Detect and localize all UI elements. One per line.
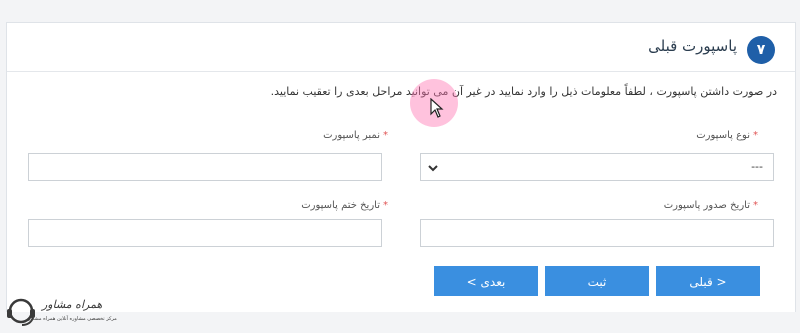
next-button[interactable]: بعدی > <box>434 266 538 296</box>
watermark-logo: همراه مشاور مرکز تخصصی مشاوره آنلاین همر… <box>2 294 122 332</box>
expiry-date-input[interactable] <box>28 219 382 247</box>
info-text: در صورت داشتن پاسپورت ، لطفاً معلومات ذی… <box>270 85 777 98</box>
headset-icon <box>7 298 35 326</box>
chevron-down-icon <box>428 165 438 172</box>
section-header: ۷ پاسپورت قبلی <box>7 23 795 72</box>
watermark-tagline: مرکز تخصصی مشاوره آنلاین همراه مشاور <box>28 316 117 322</box>
section-title: پاسپورت قبلی <box>648 37 737 55</box>
issue-date-label: *تاریخ صدور پاسپورت <box>663 200 758 211</box>
passport-type-label: *نوع پاسپورت <box>696 130 758 141</box>
expiry-date-label: *تاریخ ختم پاسپورت <box>301 200 388 211</box>
passport-number-label: *نمبر پاسپورت <box>323 130 388 141</box>
passport-number-input[interactable] <box>28 153 382 181</box>
watermark-name: همراه مشاور <box>42 298 103 311</box>
passport-type-value: --- <box>751 160 763 173</box>
previous-button[interactable]: < قبلی <box>656 266 760 296</box>
issue-date-input[interactable] <box>420 219 774 247</box>
passport-type-select[interactable]: --- <box>420 153 774 181</box>
cursor-icon <box>430 98 444 118</box>
step-badge: ۷ <box>747 36 775 64</box>
save-button[interactable]: ثبت <box>545 266 649 296</box>
